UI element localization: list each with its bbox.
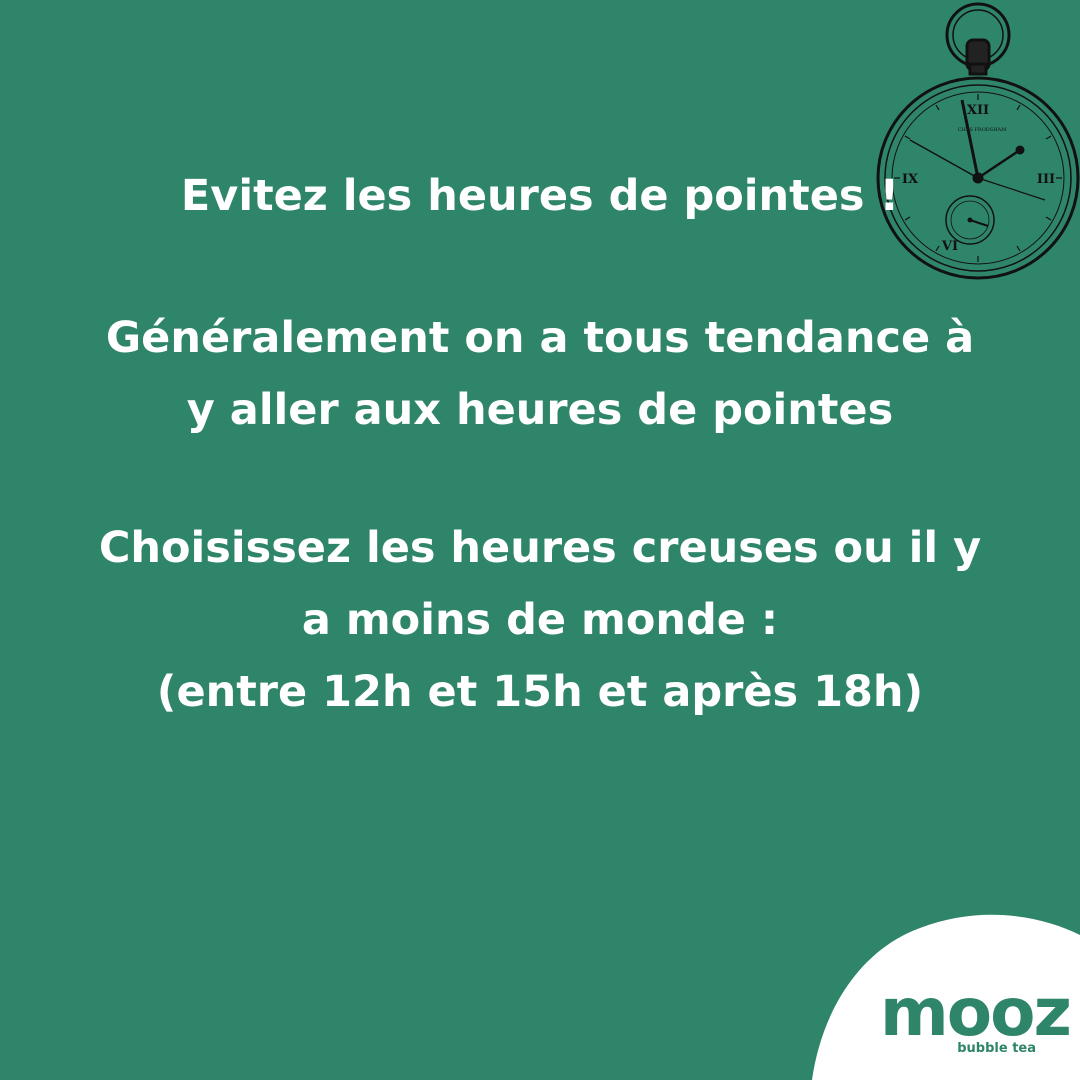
heading-text: Evitez les heures de pointes ! <box>180 171 900 221</box>
watch-numeral-6: VI <box>941 239 958 254</box>
paragraph2-line-1: Choisissez les heures creuses ou il y <box>98 523 982 573</box>
paragraph1-line-2: y aller aux heures de pointes <box>186 385 894 435</box>
paragraph-off-peak-hours: Choisissez les heures creuses ou il y a … <box>0 512 1080 728</box>
mooz-logo: mooz bubble tea <box>880 974 1072 1056</box>
watch-maker-label: CHAS FRODSHAM <box>958 127 1007 133</box>
logo-wordmark: mooz <box>880 974 1072 1051</box>
paragraph2-line-3: (entre 12h et 15h et après 18h) <box>156 667 924 717</box>
heading: Evitez les heures de pointes ! <box>0 160 1080 232</box>
watch-numeral-12: XII <box>967 103 989 118</box>
pocket-watch-icon: XII III VI IX CHAS FRODSHAM <box>876 2 1080 280</box>
paragraph-peak-hours: Généralement on a tous tendance à y alle… <box>0 302 1080 446</box>
paragraph2-line-2: a moins de monde : <box>301 595 779 645</box>
paragraph1-line-1: Généralement on a tous tendance à <box>105 313 975 363</box>
